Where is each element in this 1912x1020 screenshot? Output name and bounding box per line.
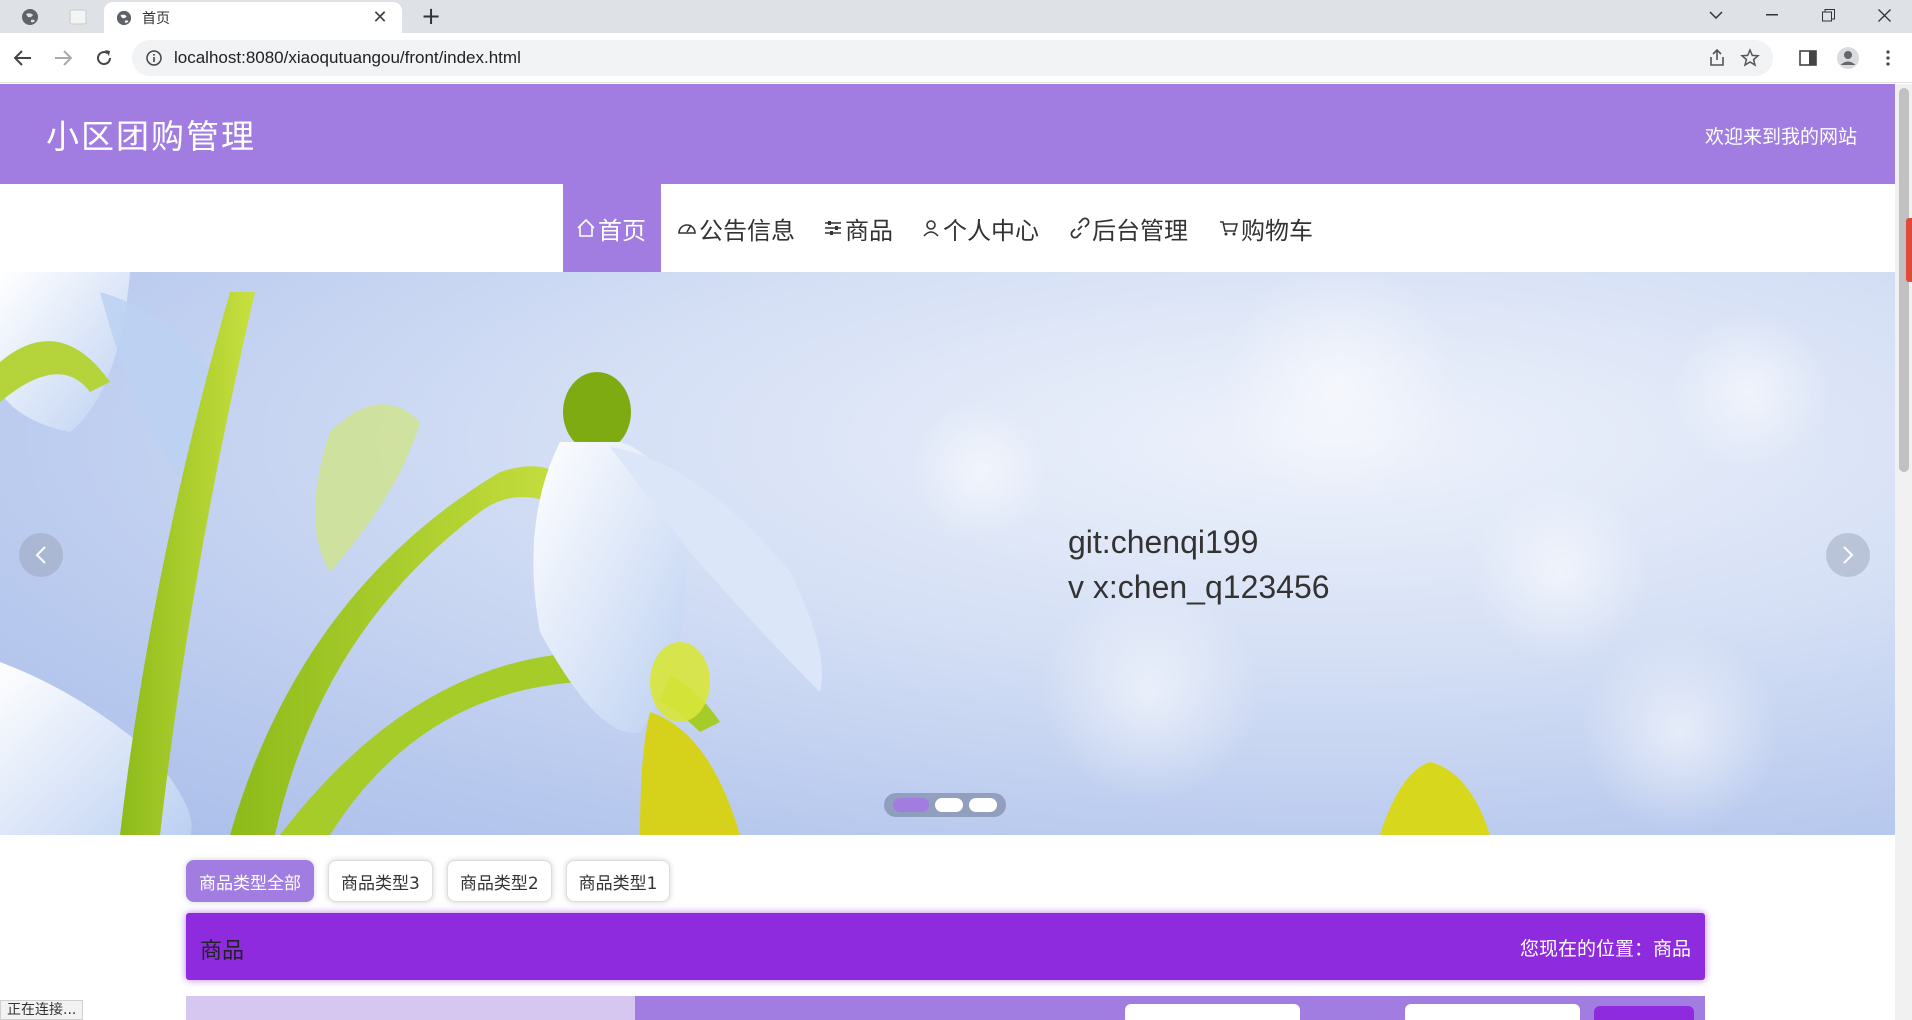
active-tab[interactable]: 首页 ✕ bbox=[104, 2, 402, 33]
globe-tab-icon[interactable] bbox=[16, 4, 44, 30]
search-panel bbox=[186, 996, 635, 1020]
tab-search-chevron-icon[interactable] bbox=[1688, 0, 1744, 30]
site-info-icon[interactable] bbox=[146, 50, 162, 66]
breadcrumb: 您现在的位置：商品 bbox=[1519, 938, 1691, 960]
blank-tab-icon[interactable] bbox=[64, 4, 92, 30]
nav-label: 公告信息 bbox=[699, 216, 795, 245]
search-button[interactable] bbox=[1594, 1006, 1694, 1020]
user-icon bbox=[923, 220, 939, 237]
url-text: localhost:8080/xiaoqutuangou/front/index… bbox=[174, 48, 521, 67]
nav-item-user-center[interactable]: 个人中心 bbox=[920, 184, 1039, 272]
profile-avatar-icon[interactable] bbox=[1836, 46, 1860, 70]
nav-label: 首页 bbox=[598, 216, 646, 245]
nav-item-cart[interactable]: 购物车 bbox=[1218, 184, 1313, 272]
close-tab-icon[interactable]: ✕ bbox=[370, 7, 390, 28]
site-title: 小区团购管理 bbox=[46, 117, 256, 156]
sliders-icon bbox=[825, 221, 841, 235]
filter-type-1[interactable]: 商品类型1 bbox=[565, 860, 671, 902]
chevron-left-icon bbox=[35, 546, 46, 564]
star-bookmark-icon[interactable] bbox=[1740, 48, 1760, 68]
nav-item-announcements[interactable]: 公告信息 bbox=[676, 184, 795, 272]
carousel-dot-1[interactable] bbox=[893, 798, 929, 812]
tab-title: 首页 bbox=[142, 10, 170, 27]
menu-kebab-icon[interactable] bbox=[1876, 46, 1900, 70]
browser-tab-strip: 首页 ✕ + bbox=[0, 0, 1912, 33]
back-arrow-icon[interactable] bbox=[9, 44, 37, 72]
forward-arrow-icon[interactable] bbox=[49, 44, 77, 72]
carousel-dot-3[interactable] bbox=[969, 798, 997, 812]
new-tab-button[interactable]: + bbox=[418, 4, 444, 30]
globe-icon bbox=[116, 10, 132, 25]
section-title: 商品 bbox=[200, 939, 245, 964]
nav-label: 购物车 bbox=[1241, 216, 1313, 245]
nav-item-products[interactable]: 商品 bbox=[822, 184, 893, 272]
carousel-dot-2[interactable] bbox=[935, 798, 963, 812]
snowdrop-flower-photo bbox=[0, 272, 1830, 835]
section-header: 商品 您现在的位置：商品 bbox=[186, 913, 1705, 980]
site-header: 小区团购管理 欢迎来到我的网站 bbox=[0, 84, 1895, 184]
minimize-icon[interactable] bbox=[1744, 0, 1800, 30]
banner-line-1: git:chenqi199 bbox=[1068, 524, 1259, 560]
address-bar[interactable]: localhost:8080/xiaoqutuangou/front/index… bbox=[132, 40, 1773, 76]
search-area bbox=[186, 996, 1705, 1020]
nav-item-admin[interactable]: 后台管理 bbox=[1069, 184, 1188, 272]
cart-icon bbox=[1220, 221, 1238, 236]
search-input-2[interactable] bbox=[1405, 1004, 1580, 1020]
filter-type-3[interactable]: 商品类型3 bbox=[328, 860, 433, 902]
status-bar: 正在连接... bbox=[0, 1000, 84, 1020]
banner-caption: git:chenqi199 v x:chen_q123456 bbox=[1068, 520, 1330, 610]
nav-label: 商品 bbox=[845, 216, 893, 245]
carousel-next-button[interactable] bbox=[1826, 533, 1870, 577]
filter-type-2[interactable]: 商品类型2 bbox=[446, 860, 552, 902]
link-icon bbox=[1070, 217, 1090, 239]
home-icon bbox=[577, 218, 595, 237]
browser-toolbar: localhost:8080/xiaoqutuangou/front/index… bbox=[0, 33, 1912, 83]
main-nav: 首页 公告信息 商品 个人中心 后台管理 购物车 bbox=[0, 184, 1895, 272]
nav-label: 个人中心 bbox=[943, 216, 1039, 245]
carousel-indicator bbox=[884, 793, 1006, 817]
restore-icon[interactable] bbox=[1800, 0, 1856, 30]
welcome-text: 欢迎来到我的网站 bbox=[1704, 126, 1857, 148]
reload-icon[interactable] bbox=[90, 44, 118, 72]
share-icon[interactable] bbox=[1707, 48, 1727, 68]
nav-item-home[interactable]: 首页 bbox=[563, 184, 661, 272]
category-filter: 商品类型全部 商品类型3 商品类型2 商品类型1 bbox=[186, 860, 671, 902]
page-scrollbar[interactable] bbox=[1895, 84, 1912, 1020]
sidebar-icon[interactable] bbox=[1796, 46, 1820, 70]
banner-line-2: v x:chen_q123456 bbox=[1068, 569, 1330, 605]
banner-carousel[interactable]: git:chenqi199 v x:chen_q123456 bbox=[0, 272, 1895, 835]
nav-label: 后台管理 bbox=[1092, 216, 1188, 245]
scrollbar-marker bbox=[1906, 218, 1912, 282]
carousel-prev-button[interactable] bbox=[19, 533, 63, 577]
gauge-icon bbox=[678, 224, 696, 234]
page-viewport: 小区团购管理 欢迎来到我的网站 首页 公告信息 商品 个人中心 后台管理 购物车 bbox=[0, 84, 1895, 1020]
search-input-1[interactable] bbox=[1125, 1004, 1300, 1020]
chevron-right-icon bbox=[1843, 546, 1854, 564]
close-window-icon[interactable] bbox=[1856, 0, 1912, 30]
filter-all[interactable]: 商品类型全部 bbox=[186, 860, 314, 902]
